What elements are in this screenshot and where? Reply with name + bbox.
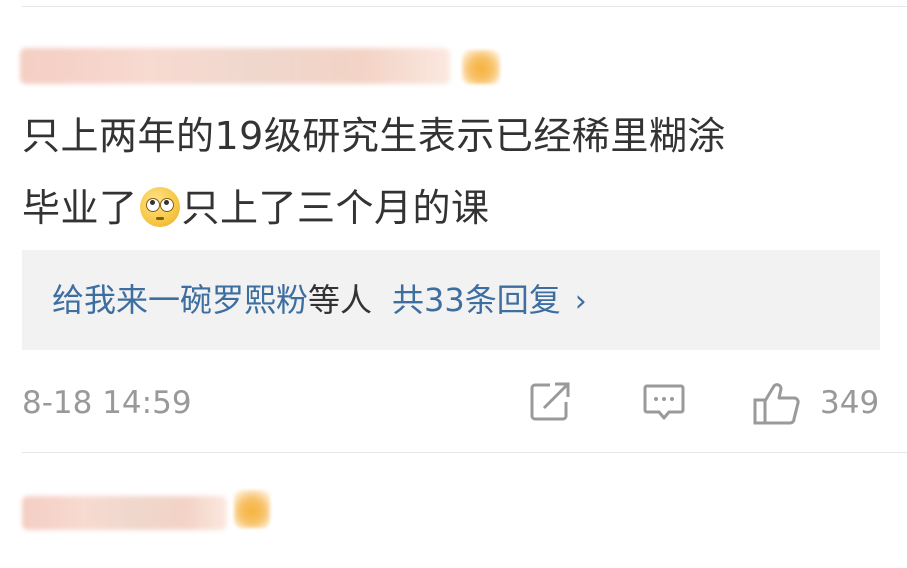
user-badge-icon [462, 50, 500, 84]
comment-divider [22, 452, 907, 453]
next-user-badge-icon [234, 490, 270, 528]
reply-suffix: 等人 [308, 281, 373, 319]
username-blurred[interactable] [20, 48, 450, 84]
replies-summary[interactable]: 给我来一碗罗熙粉等人 共33条回复 › [52, 278, 587, 324]
comment-line-1: 只上两年的19级研究生表示已经稀里糊涂 [22, 114, 726, 158]
thumbs-up-icon [753, 383, 800, 425]
comment-text: 只上两年的19级研究生表示已经稀里糊涂 毕业了 只上了三个月的课 [22, 106, 882, 238]
like-count: 349 [820, 385, 880, 421]
replies-box[interactable]: 给我来一碗罗熙粉等人 共33条回复 › [22, 250, 880, 350]
rolling-eyes-emoji-icon [139, 187, 180, 227]
next-username-blurred[interactable] [22, 496, 227, 530]
chevron-right-icon: › [574, 284, 587, 319]
comment-button[interactable] [642, 380, 686, 424]
reply-count-link[interactable]: 共33条回复 [392, 281, 561, 319]
comment-timestamp: 8-18 14:59 [22, 385, 192, 421]
comment-line-2-part-b: 只上了三个月的课 [181, 186, 490, 230]
share-icon [530, 382, 570, 421]
comment-line-2: 毕业了 只上了三个月的课 [22, 178, 882, 238]
reply-user-link[interactable]: 给我来一碗罗熙粉 [52, 281, 308, 319]
share-button[interactable] [528, 380, 572, 424]
comment-line-2-part-a: 毕业了 [22, 186, 138, 230]
like-button[interactable] [752, 380, 802, 426]
comment-icon [643, 384, 685, 420]
top-divider [22, 6, 907, 7]
